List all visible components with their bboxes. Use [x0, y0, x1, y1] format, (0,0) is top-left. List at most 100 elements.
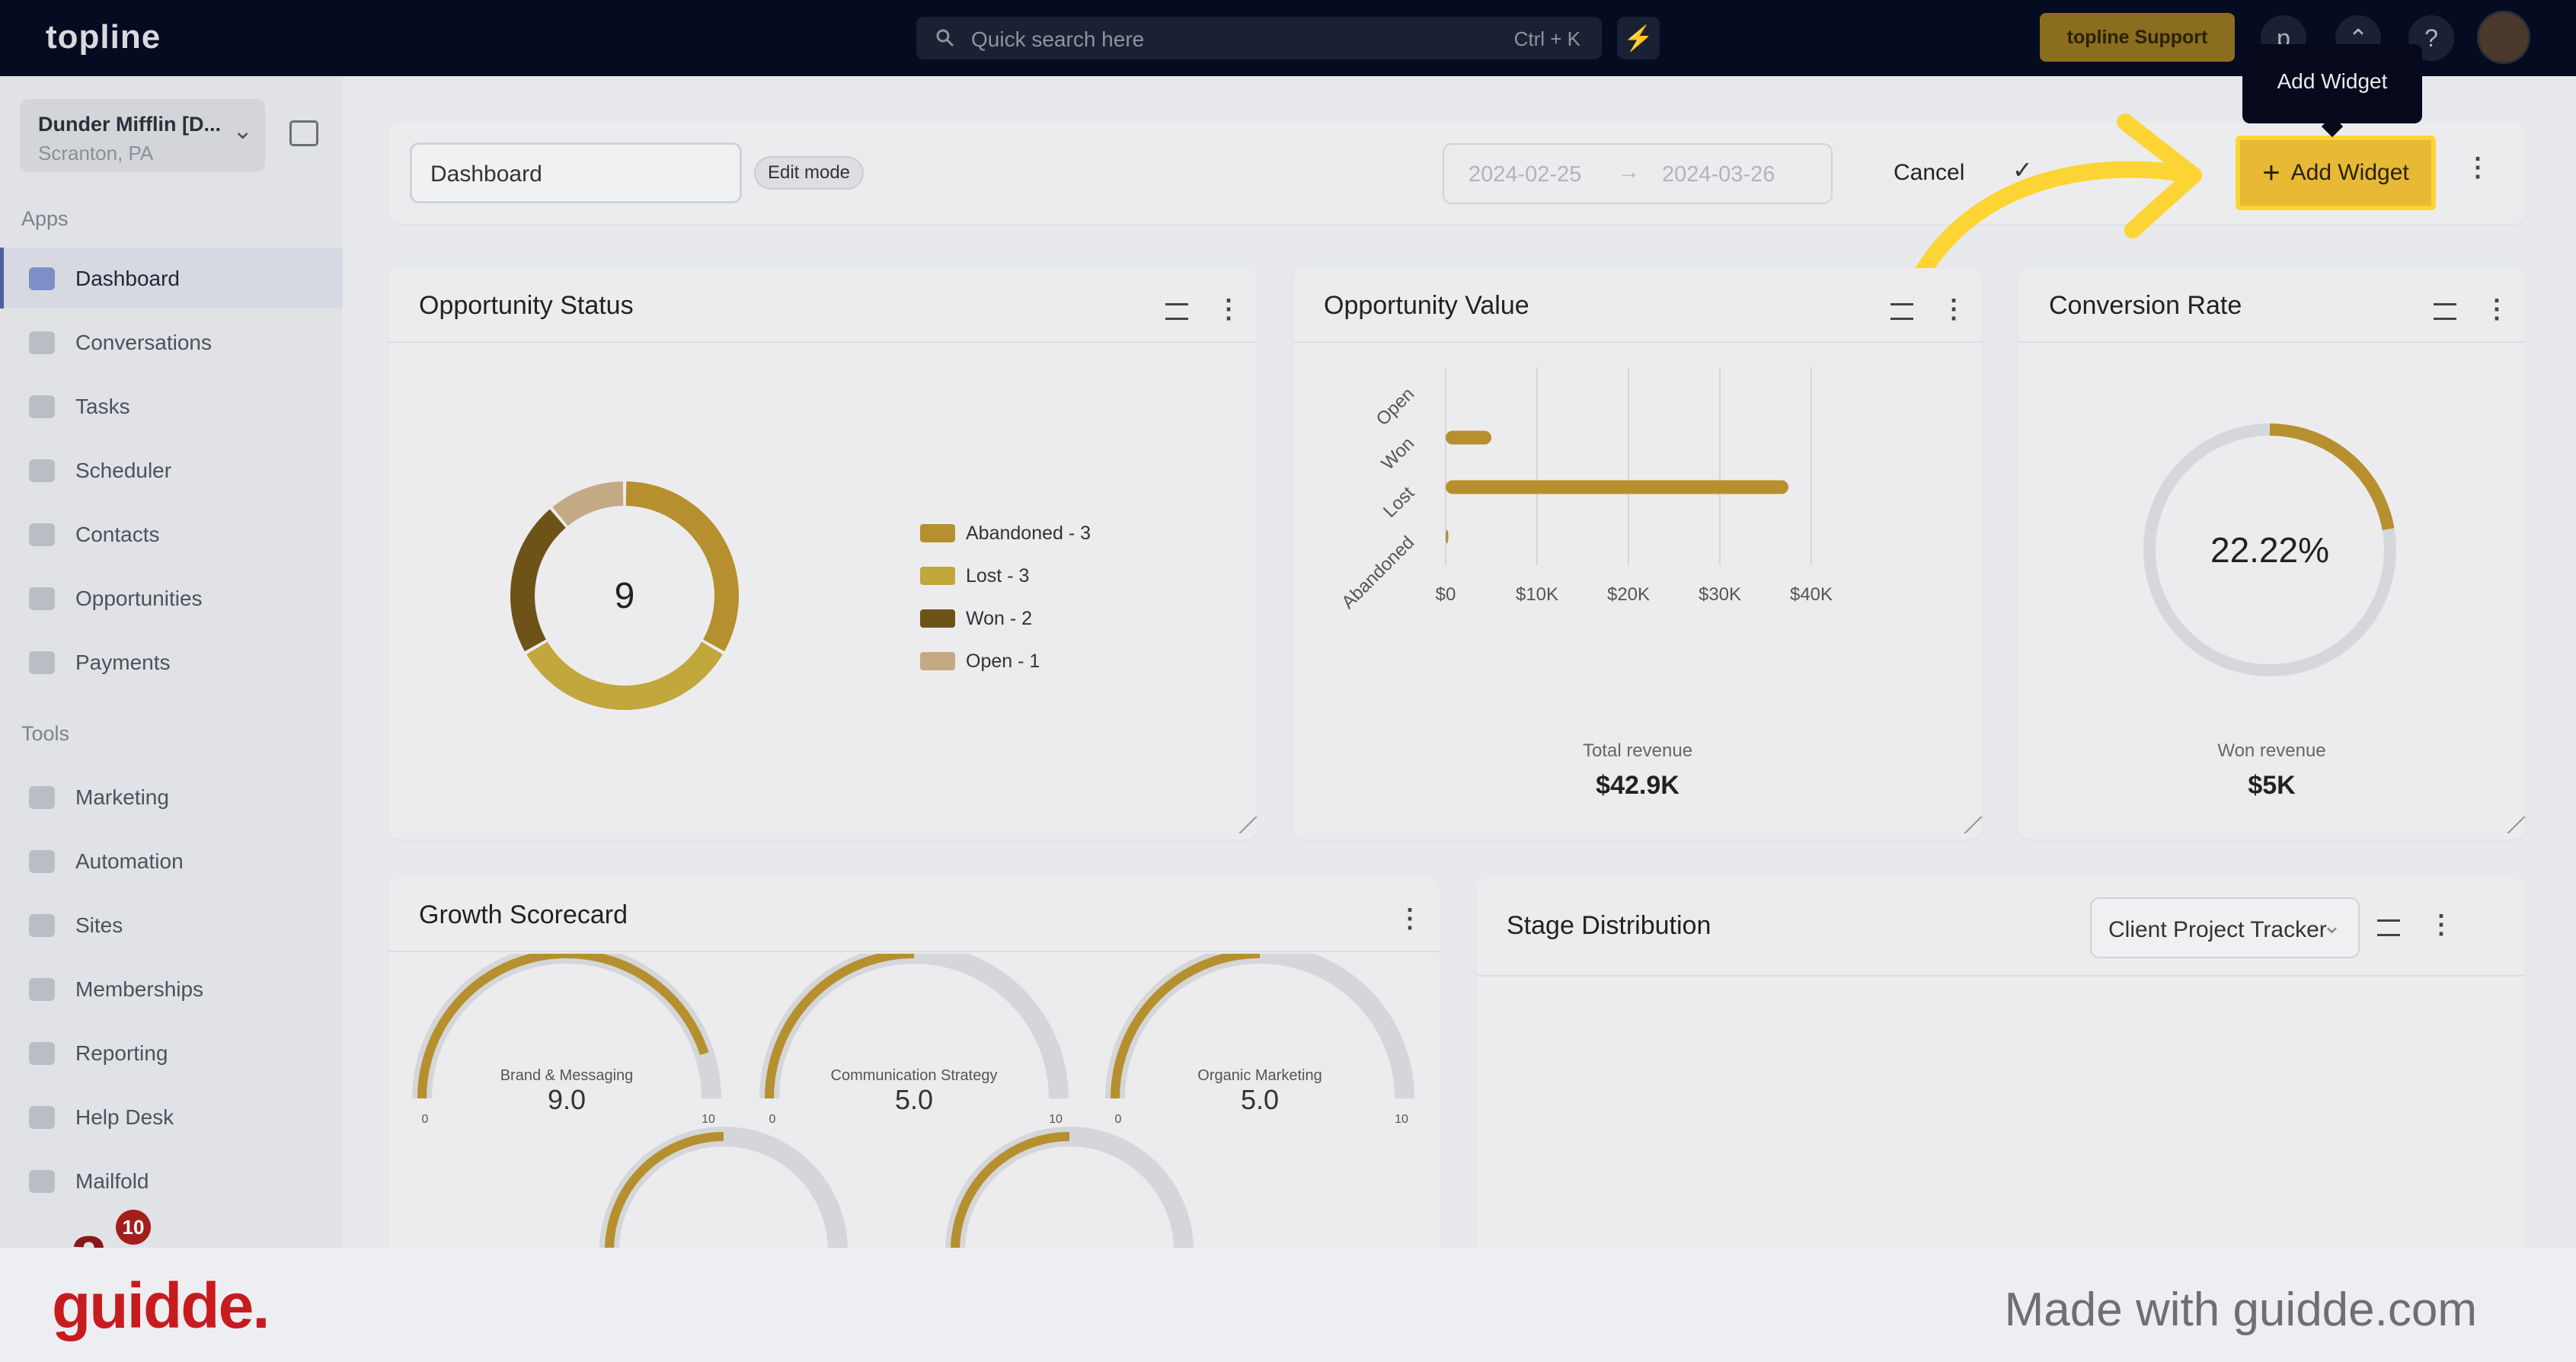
date-start: 2024-02-25 — [1469, 162, 1582, 187]
legend-swatch — [920, 609, 955, 628]
more-options-icon[interactable]: ⋮ — [2465, 152, 2491, 183]
resize-handle[interactable] — [1224, 817, 1258, 833]
add-widget-label: Add Widget — [2290, 160, 2409, 185]
bar-won — [1446, 430, 1491, 445]
filter-icon[interactable] — [1890, 303, 1913, 320]
arrow-right-icon: → — [1618, 160, 1640, 184]
gauge-label: Brand & Messaging — [500, 1067, 634, 1084]
donut-center-total: 9 — [615, 576, 635, 616]
sidebar-item-reporting[interactable]: Reporting — [0, 1022, 343, 1083]
help-icon — [29, 1106, 55, 1129]
pie-icon — [29, 1042, 55, 1065]
gauge-min: 0 — [769, 1113, 776, 1126]
gauge-label: Communication Strategy — [831, 1067, 998, 1084]
search-shortcut: Ctrl + K — [1513, 27, 1580, 50]
legend-item: Open - 1 — [920, 649, 1091, 692]
more-options-icon[interactable]: ⋮ — [2428, 910, 2454, 940]
sidebar-item-sites[interactable]: Sites — [0, 894, 343, 955]
gauge-value: 9.0 — [548, 1084, 586, 1115]
support-button[interactable]: topline Support — [2040, 13, 2235, 62]
gauge-progress — [951, 1132, 1070, 1248]
sidebar-item-label: Marketing — [75, 785, 169, 809]
pipeline-select[interactable]: Client Project Tracker ⌄ — [2090, 897, 2360, 958]
sidebar-item-contacts[interactable]: Contacts — [0, 504, 343, 564]
opportunity-status-card: Opportunity Status ⋮ 9 Abandoned - 3 Los… — [388, 268, 1258, 839]
won-revenue-value: $5K — [2248, 771, 2296, 800]
add-widget-button[interactable]: + Add Widget — [2236, 136, 2436, 210]
sidebar-item-help-desk[interactable]: Help Desk — [0, 1086, 343, 1147]
sidebar-item-label: Payments — [75, 651, 171, 674]
y-tick-label: Won — [1378, 433, 1419, 475]
sidebar-item-dashboard[interactable]: Dashboard — [0, 248, 343, 309]
sidebar-item-automation[interactable]: Automation — [0, 830, 343, 891]
sidebar-item-label: Scheduler — [75, 459, 172, 482]
legend-label: Open - 1 — [966, 651, 1040, 672]
sidebar-item-label: Contacts — [75, 523, 160, 546]
search-placeholder: Quick search here — [971, 27, 1145, 51]
more-options-icon[interactable]: ⋮ — [1216, 294, 1242, 325]
date-range-picker[interactable]: 2024-02-25 → 2024-03-26 — [1443, 143, 1833, 204]
sidebar-item-opportunities[interactable]: Opportunities — [0, 568, 343, 628]
people-icon — [29, 978, 55, 1001]
legend-swatch — [920, 652, 955, 670]
filter-icon[interactable] — [2434, 303, 2456, 320]
sidebar-item-scheduler[interactable]: Scheduler — [0, 440, 343, 500]
more-options-icon[interactable]: ⋮ — [1397, 903, 1423, 934]
growth-scorecard-card: Growth Scorecard ⋮ Brand & Messaging 9.0 0… — [388, 878, 1440, 1248]
pipeline-select-value: Client Project Tracker — [2108, 917, 2327, 942]
filter-icon[interactable] — [1165, 303, 1188, 320]
resize-handle[interactable] — [2492, 817, 2526, 833]
collapse-sidebar-icon[interactable] — [289, 120, 318, 146]
x-tick-label: $20K — [1607, 584, 1650, 605]
y-tick-label: Lost — [1379, 482, 1418, 521]
lightning-icon[interactable]: ⚡ — [1617, 17, 1660, 59]
sidebar-item-conversations[interactable]: Conversations — [0, 312, 343, 372]
opportunity-value-card: Opportunity Value ⋮ $0 $10K $20K $30K $40K Op… — [1293, 268, 1983, 839]
gauge-max: 10 — [1395, 1113, 1408, 1126]
sidebar-item-label: Automation — [75, 849, 184, 873]
divider — [2018, 341, 2525, 343]
resize-handle[interactable] — [1949, 817, 1983, 833]
divider — [388, 951, 1440, 952]
legend-swatch — [920, 524, 955, 542]
notification-badge: 10 — [116, 1210, 151, 1245]
add-widget-tooltip: Add Widget — [2242, 44, 2422, 123]
card-title: Growth Scorecard — [419, 900, 628, 929]
divider — [1476, 975, 2525, 977]
globe-icon — [29, 914, 55, 937]
location-switcher[interactable]: Dunder Mifflin [D... Scranton, PA ⌄ — [20, 99, 265, 172]
search-input[interactable]: Quick search here Ctrl + K — [916, 17, 1602, 59]
gauge-max: 10 — [702, 1113, 715, 1126]
gauge-label: Organic Marketing — [1197, 1067, 1322, 1084]
more-options-icon[interactable]: ⋮ — [1941, 294, 1967, 325]
sidebar-item-tasks[interactable]: Tasks — [0, 376, 343, 436]
dashboard-name-input[interactable]: Dashboard — [410, 142, 742, 203]
avatar[interactable] — [2477, 11, 2530, 64]
filter-icon[interactable] — [2377, 919, 2400, 936]
card-title: Opportunity Value — [1324, 291, 1529, 320]
status-legend: Abandoned - 3 Lost - 3 Won - 2 Open - 1 — [920, 521, 1091, 692]
legend-label: Lost - 3 — [966, 565, 1030, 587]
total-revenue-label: Total revenue — [1582, 740, 1693, 761]
sidebar-item-marketing[interactable]: Marketing — [0, 766, 343, 827]
donut-slice-lost — [526, 641, 723, 710]
more-options-icon[interactable]: ⋮ — [2484, 294, 2510, 325]
top-bar: topline Quick search here Ctrl + K ⚡ top… — [0, 0, 2576, 76]
plus-icon: + — [2262, 156, 2280, 190]
chat-icon — [29, 331, 55, 354]
gauge-progress — [605, 1132, 724, 1248]
date-end: 2024-03-26 — [1662, 162, 1775, 187]
sidebar-item-label: Sites — [75, 913, 123, 937]
conversion-ring: 22.22% — [2143, 424, 2396, 676]
divider — [388, 341, 1257, 343]
sidebar-item-payments[interactable]: Payments — [0, 631, 343, 692]
apps-section-label: Apps — [21, 207, 69, 230]
sidebar-item-label: Memberships — [75, 977, 204, 1001]
sidebar-item-mailfold[interactable]: Mailfold — [0, 1150, 343, 1211]
x-tick-label: $30K — [1699, 584, 1741, 605]
chevron-down-icon: ⌄ — [232, 117, 253, 144]
gauge-value: 5.0 — [895, 1084, 933, 1115]
sidebar-item-memberships[interactable]: Memberships — [0, 958, 343, 1019]
sidebar-item-label: Dashboard — [75, 267, 180, 290]
gauge-track — [599, 1127, 848, 1248]
